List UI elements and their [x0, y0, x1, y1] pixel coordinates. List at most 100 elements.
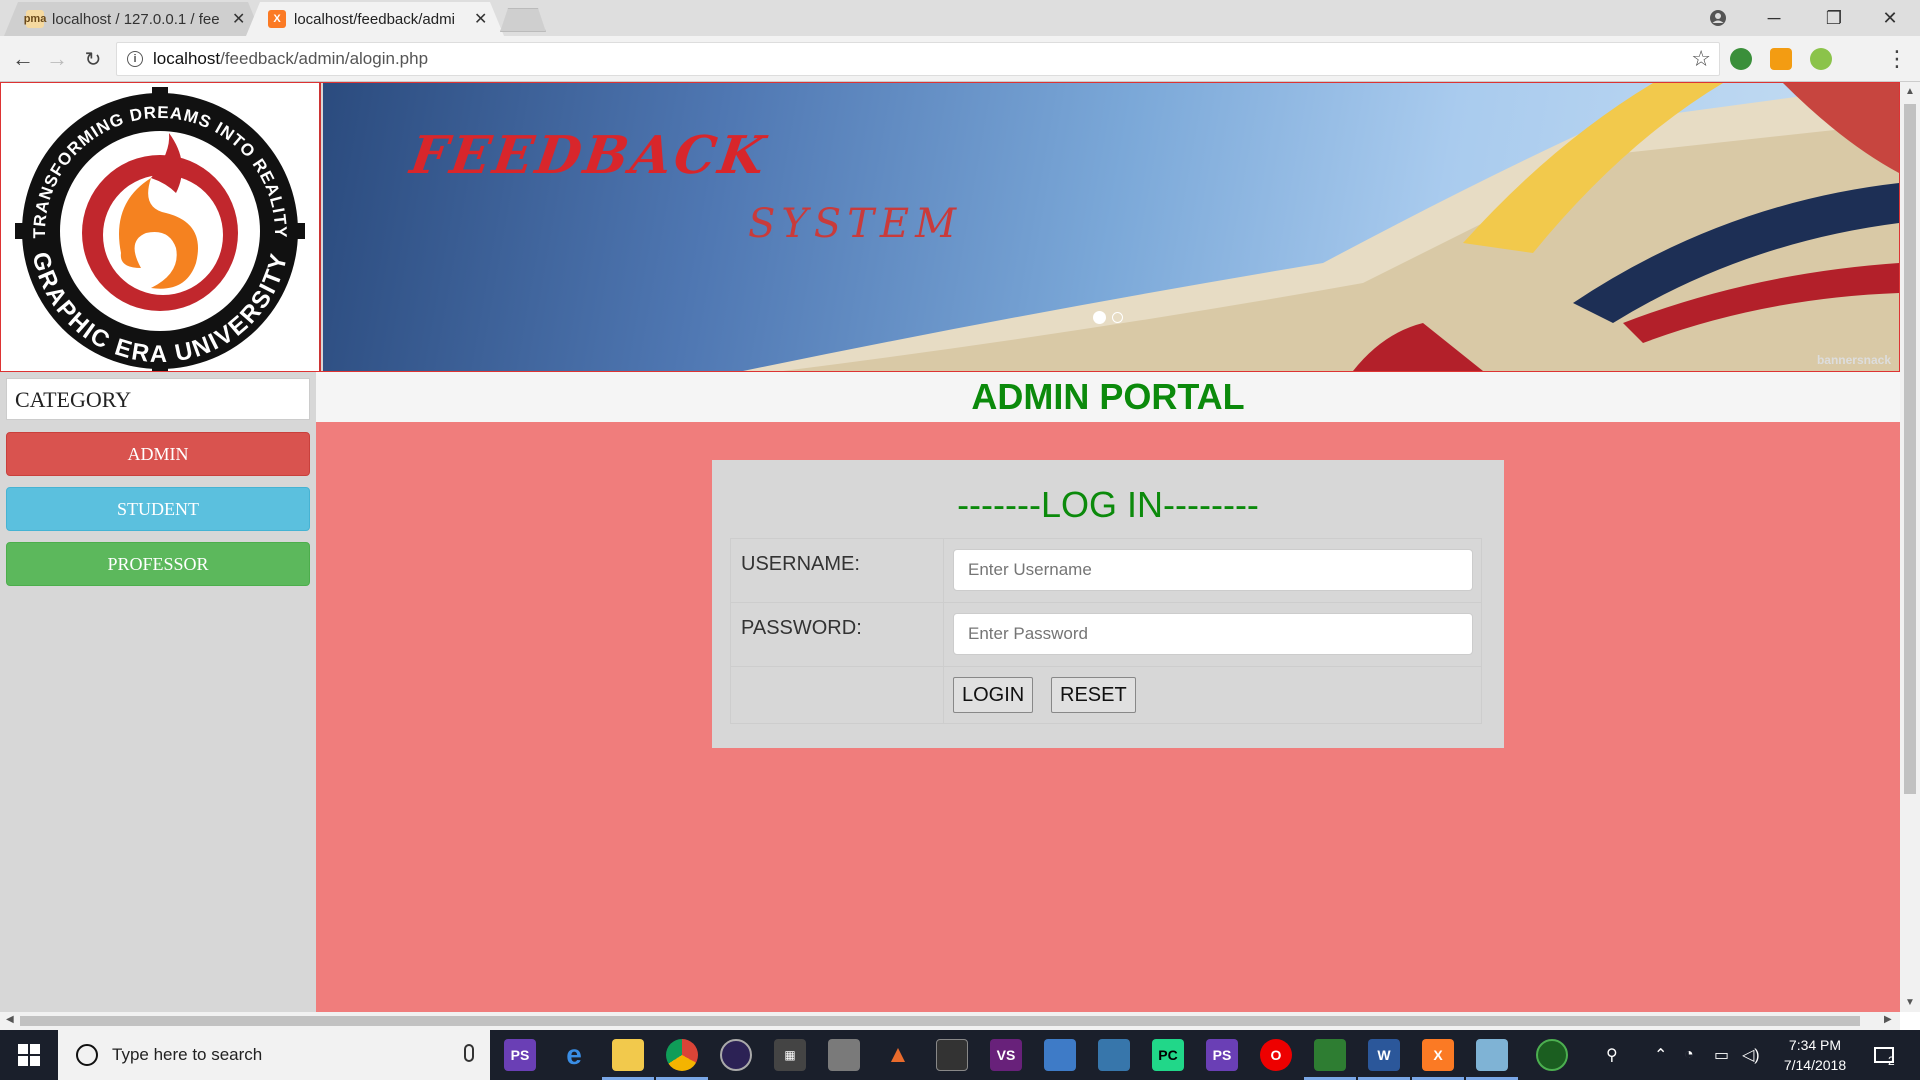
vertical-scrollbar[interactable]: ▲ ▼: [1900, 82, 1920, 1012]
maximize-button[interactable]: ❐: [1806, 0, 1862, 36]
forward-arrow-icon[interactable]: →: [42, 44, 72, 74]
cell-divider: [943, 603, 944, 666]
reset-button[interactable]: RESET: [1051, 677, 1136, 713]
scroll-left-arrow-icon[interactable]: ◀: [6, 1014, 14, 1025]
file-explorer-icon[interactable]: [612, 1039, 644, 1071]
volume-icon[interactable]: ◁): [1742, 1030, 1760, 1080]
xampp-icon[interactable]: X: [1422, 1039, 1454, 1071]
extension-emoji-icon[interactable]: [1810, 48, 1832, 70]
windows-logo-icon: [18, 1044, 40, 1066]
student-button[interactable]: STUDENT: [6, 487, 310, 531]
phpmyadmin-favicon-icon: pma: [26, 10, 44, 28]
visual-studio-icon[interactable]: VS: [990, 1039, 1022, 1071]
scroll-up-arrow-icon[interactable]: ▲: [1905, 86, 1915, 97]
banner-subtitle: SYSTEM: [748, 201, 963, 247]
category-sidebar: CATEGORY ADMIN STUDENT PROFESSOR: [0, 372, 316, 1012]
terminal-icon[interactable]: [936, 1039, 968, 1071]
page-viewport: TRANSFORMING DREAMS INTO REALITY GRAPHIC…: [0, 82, 1900, 1012]
carousel-dot-active[interactable]: [1093, 311, 1106, 324]
paint-icon[interactable]: [1476, 1039, 1508, 1071]
browser-toolbar: ← → ↻ i localhost/feedback/admin/alogin.…: [0, 36, 1920, 82]
notification-center-icon[interactable]: 2: [1874, 1030, 1895, 1080]
taskbar-search[interactable]: Type here to search: [58, 1030, 490, 1080]
opera-icon[interactable]: O: [1260, 1039, 1292, 1071]
show-hidden-icons-chevron-icon[interactable]: ⌃: [1654, 1030, 1667, 1080]
address-bar[interactable]: i localhost/feedback/admin/alogin.php ☆: [116, 42, 1720, 76]
eclipse-icon[interactable]: [720, 1039, 752, 1071]
wifi-icon[interactable]: ◔: [1684, 1030, 1694, 1080]
menu-kebab-icon[interactable]: ⋮: [1882, 44, 1912, 74]
close-window-button[interactable]: ✕: [1862, 0, 1918, 36]
cell-divider: [943, 667, 944, 723]
password-input[interactable]: [953, 613, 1473, 655]
url-text[interactable]: localhost/feedback/admin/alogin.php: [153, 49, 428, 69]
category-heading: CATEGORY: [6, 378, 310, 420]
banner-credit: bannersnack: [1816, 353, 1891, 367]
calculator-icon[interactable]: ▦: [774, 1039, 806, 1071]
extension-globe-icon[interactable]: [1730, 48, 1752, 70]
people-icon[interactable]: ⚲: [1606, 1030, 1618, 1080]
start-button[interactable]: [0, 1030, 58, 1080]
university-logo-icon: TRANSFORMING DREAMS INTO REALITY GRAPHIC…: [8, 82, 312, 383]
edge-icon[interactable]: e: [558, 1039, 590, 1071]
bookmark-star-icon[interactable]: ☆: [1691, 46, 1711, 72]
xampp-favicon-icon: X: [268, 10, 286, 28]
back-arrow-icon[interactable]: ←: [8, 44, 38, 74]
banner-title: FEEDBACK: [406, 125, 772, 186]
scrollbar-thumb[interactable]: [1904, 104, 1916, 794]
tab-close-icon[interactable]: ✕: [232, 9, 245, 29]
info-icon[interactable]: i: [127, 51, 143, 67]
tab-feedback-admin[interactable]: X localhost/feedback/admi ✕: [246, 2, 504, 36]
phpstorm-alt-icon[interactable]: PS: [1206, 1039, 1238, 1071]
admin-button[interactable]: ADMIN: [6, 432, 310, 476]
site-header: TRANSFORMING DREAMS INTO REALITY GRAPHIC…: [0, 82, 1900, 383]
cortana-icon[interactable]: [76, 1044, 98, 1066]
chrome-icon[interactable]: [666, 1039, 698, 1071]
tab-title: localhost/feedback/admi: [294, 10, 455, 28]
tab-close-icon[interactable]: ✕: [474, 9, 487, 29]
browser-tab-bar: pma localhost / 127.0.0.1 / fee ✕ X loca…: [0, 0, 1920, 36]
reload-icon[interactable]: ↻: [78, 44, 108, 74]
login-button[interactable]: LOGIN: [953, 677, 1034, 713]
login-form: USERNAME: PASSWORD: LOGIN RESET: [730, 538, 1482, 724]
phpstorm-icon[interactable]: PS: [504, 1039, 536, 1071]
notification-count: 2: [1888, 1054, 1895, 1068]
scrollbar-thumb[interactable]: [20, 1016, 1860, 1026]
username-label: USERNAME:: [741, 553, 860, 575]
carousel-dot[interactable]: [1112, 312, 1123, 323]
password-label: PASSWORD:: [741, 617, 862, 639]
search-placeholder: Type here to search: [112, 1045, 263, 1064]
cell-divider: [943, 539, 944, 602]
page-title: ADMIN PORTAL: [316, 372, 1900, 422]
horizontal-scrollbar[interactable]: ◀ ▶: [0, 1012, 1900, 1030]
activity-monitor-icon[interactable]: [1536, 1039, 1568, 1071]
word-icon[interactable]: W: [1368, 1039, 1400, 1071]
microphone-icon[interactable]: [464, 1044, 474, 1062]
database-icon[interactable]: [828, 1039, 860, 1071]
banner-carousel-dots[interactable]: [1093, 311, 1123, 324]
username-input[interactable]: [953, 549, 1473, 591]
tab-title: localhost / 127.0.0.1 / fee: [52, 10, 220, 28]
battery-icon[interactable]: ▭: [1714, 1030, 1729, 1080]
new-tab-button[interactable]: [500, 8, 546, 32]
professor-button[interactable]: PROFESSOR: [6, 542, 310, 586]
python-icon[interactable]: [1098, 1039, 1130, 1071]
password-row: PASSWORD:: [731, 603, 1481, 667]
feedback-banner: FEEDBACK SYSTEM bannersnack: [323, 83, 1899, 371]
clock-date: 7/14/2018: [1783, 1057, 1847, 1073]
tab-phpmyadmin[interactable]: pma localhost / 127.0.0.1 / fee ✕: [4, 2, 262, 36]
windows-taskbar: Type here to search PS e ▦ ▲ VS PC PS O …: [0, 1030, 1920, 1080]
pycharm-icon[interactable]: PC: [1152, 1039, 1184, 1071]
scroll-down-arrow-icon[interactable]: ▼: [1905, 997, 1915, 1008]
scroll-right-arrow-icon[interactable]: ▶: [1884, 1014, 1892, 1025]
clock-time: 7:34 PM: [1788, 1037, 1842, 1053]
notepad-plus-icon[interactable]: [1314, 1039, 1346, 1071]
login-title: -------LOG IN--------: [957, 484, 1259, 525]
minimize-button[interactable]: ─: [1746, 0, 1802, 36]
profile-icon[interactable]: [1690, 0, 1746, 36]
extension-shield-icon[interactable]: [1770, 48, 1792, 70]
taskbar-clock[interactable]: 7:34 PM 7/14/2018: [1770, 1035, 1860, 1075]
photos-icon[interactable]: [1044, 1039, 1076, 1071]
matlab-icon[interactable]: ▲: [882, 1039, 914, 1071]
buttons-row: LOGIN RESET: [731, 667, 1481, 723]
